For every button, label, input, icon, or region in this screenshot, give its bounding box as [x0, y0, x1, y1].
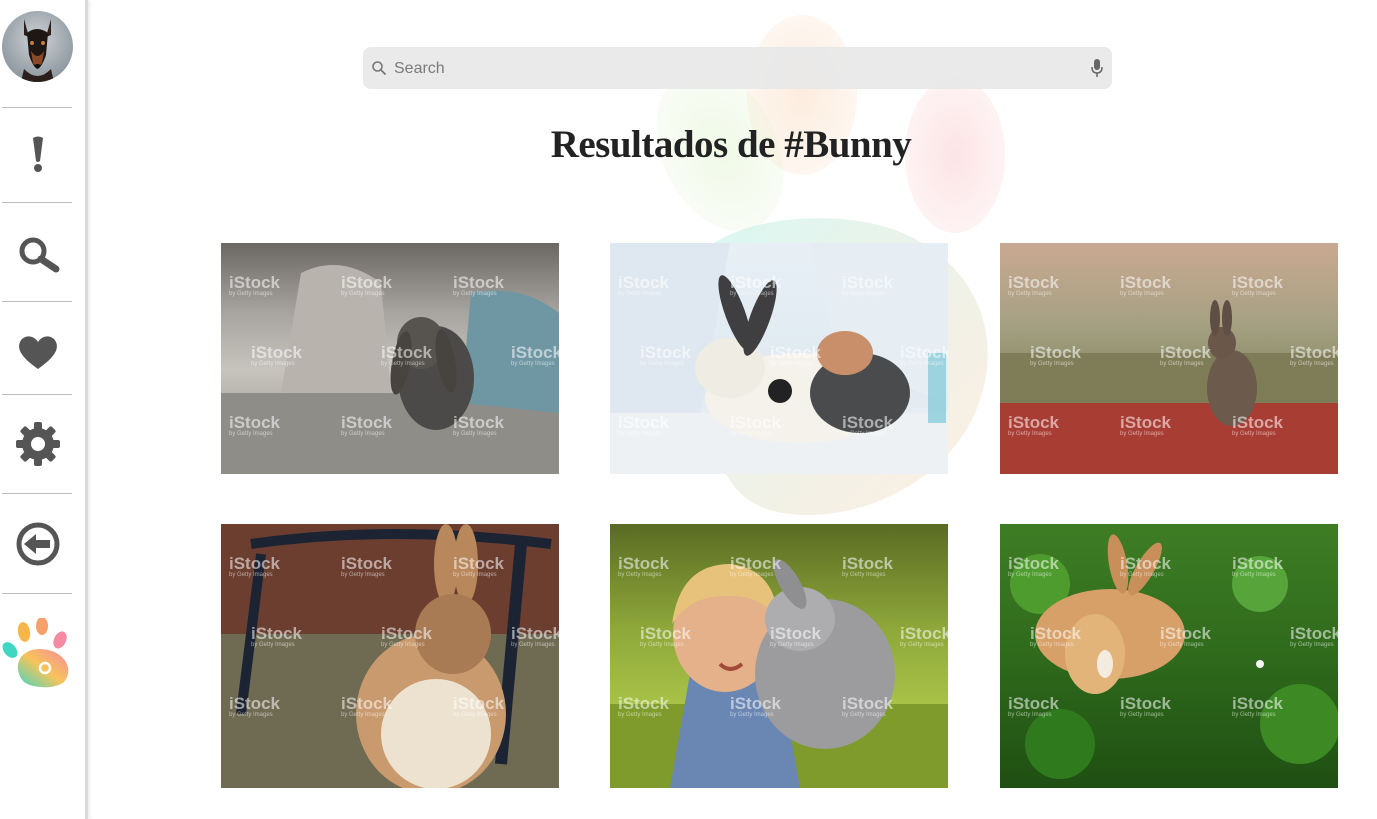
page-title: Resultados de #Bunny: [550, 123, 912, 166]
search-input[interactable]: [392, 54, 1076, 84]
sidebar-item-settings[interactable]: [5, 411, 71, 477]
bunny-photo-image: [1000, 300, 1338, 474]
result-photo[interactable]: iStock by Getty Images iStock by Getty Imag…: [221, 243, 559, 474]
sidebar-divider: [2, 202, 72, 203]
bunny-photo-image: [610, 243, 948, 474]
sidebar-divider: [2, 301, 72, 302]
sidebar-divider: [2, 493, 72, 494]
result-photo[interactable]: iStock by Getty Images iStock by Getty Imag…: [610, 243, 948, 474]
sidebar-divider: [2, 394, 72, 395]
sidebar-item-search[interactable]: [5, 221, 71, 287]
sidebar-divider: [2, 107, 72, 108]
sidebar-item-logout[interactable]: [5, 511, 71, 577]
sidebar-item-favorites[interactable]: [5, 319, 71, 385]
sidebar-item-home[interactable]: [2, 618, 74, 690]
result-photo[interactable]: iStock by Getty Images iStock by Getty Imag…: [1000, 524, 1338, 788]
paw-logo-icon: [2, 618, 69, 688]
sidebar: [0, 0, 88, 819]
bunny-photo-image: [221, 265, 559, 474]
result-photo[interactable]: iStock by Getty Images iStock by Getty Imag…: [1000, 243, 1338, 474]
heart-icon: [19, 336, 57, 369]
doberman-avatar-icon: [21, 19, 54, 82]
search-icon: [372, 61, 386, 75]
microphone-icon[interactable]: [1090, 58, 1104, 78]
gear-icon: [16, 422, 60, 466]
search-icon: [19, 237, 60, 273]
search-bar: [363, 47, 1112, 89]
logout-icon: [16, 522, 60, 566]
result-photo[interactable]: iStock by Getty Images iStock by Getty Imag…: [221, 524, 559, 788]
sidebar-divider: [2, 593, 72, 594]
result-photo[interactable]: iStock by Getty Images iStock by Getty Imag…: [610, 524, 948, 788]
exclamation-icon: [33, 136, 43, 172]
bunny-photo-image: [221, 524, 559, 788]
sidebar-item-notifications[interactable]: [5, 121, 71, 187]
avatar[interactable]: [2, 11, 73, 82]
bunny-photo-image: [610, 559, 948, 788]
bunny-photo-image: [1010, 534, 1338, 779]
